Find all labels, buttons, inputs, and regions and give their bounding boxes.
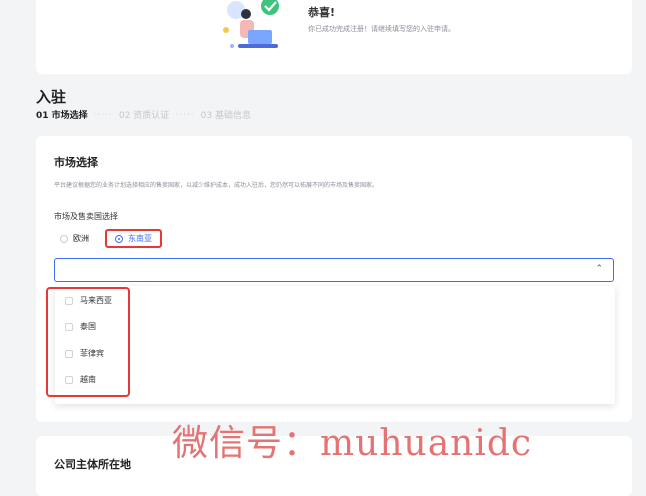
market-radio-group: 欧洲 东南亚 [54,229,162,248]
chevron-up-icon[interactable]: ⌃ [595,264,603,274]
watermark-text: 微信号：muhuanidc [172,423,533,464]
country-select[interactable]: ⌃ [54,258,614,282]
step-market-selection: 01 市场选择 [36,111,88,121]
step-qualification: 02 资质认证 [118,111,170,121]
success-illustration [223,0,279,48]
market-title: 市场选择 [54,156,98,169]
step-indicator: 01 市场选择 ····· 02 资质认证 ····· 03 基础信息 [36,108,251,122]
step-separator: ····· [175,109,195,120]
registration-success-card: 恭喜! 你已成功完成注册！请继续填写您的入驻申请。 [36,0,632,74]
market-description: 平台建议根据您的业务计划选择相应的售卖国家，以减少维护成本，成功入驻后，您仍然可… [54,182,379,189]
options-highlight-box [46,287,130,397]
radio-label: 东南亚 [128,234,152,243]
country-dropdown: 马来西亚 泰国 菲律宾 越南 [55,286,615,404]
radio-label: 欧洲 [73,234,89,243]
step-basic-info: 03 基础信息 [200,111,251,121]
market-field-label: 市场及售卖国选择 [54,212,118,221]
radio-circle [60,234,68,243]
radio-circle [115,234,123,243]
company-location-title: 公司主体所在地 [54,458,131,471]
page-title: 入驻 [36,88,67,106]
congrats-title: 恭喜! [308,6,336,19]
step-separator: ····· [93,109,113,120]
radio-southeast-asia[interactable]: 东南亚 [105,229,162,248]
congrats-message: 你已成功完成注册！请继续填写您的入驻申请。 [308,25,455,33]
radio-europe[interactable]: 欧洲 [54,230,95,247]
